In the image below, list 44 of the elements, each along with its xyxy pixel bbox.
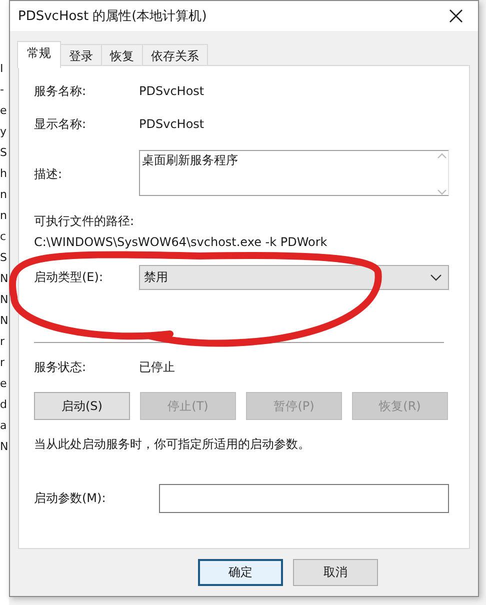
field-label: 服务名称: <box>34 82 88 100</box>
list-item-text: a <box>0 418 8 434</box>
list-item-text: N <box>0 292 9 308</box>
list-item-text: N <box>0 271 9 287</box>
list-item-text: S <box>0 145 8 161</box>
scroll-arrows-icon <box>437 152 447 196</box>
list-item-text: d <box>0 397 8 413</box>
field-label: 服务状态: <box>34 358 88 376</box>
list-item-text: e <box>0 376 8 392</box>
hint-text: 当从此处启动服务时，你可指定所适用的启动参数。 <box>34 436 311 453</box>
field-label: 描述: <box>34 166 64 183</box>
field-value: PDSvcHost <box>139 84 204 98</box>
startup-type-dropdown[interactable]: 禁用 <box>139 265 449 290</box>
list-item-text: N <box>0 313 9 329</box>
list-item-text: I <box>0 61 4 77</box>
list-item-text: r <box>0 334 6 350</box>
field-label: 显示名称: <box>34 116 88 132</box>
list-item-text: e <box>0 103 8 119</box>
dialog-button[interactable]: 确定 <box>198 559 283 586</box>
tab[interactable]: 常规 <box>17 41 61 68</box>
list-item-text: n <box>0 187 8 203</box>
start-parameters-field[interactable] <box>159 484 449 513</box>
list-item-text: r <box>0 355 6 371</box>
tab[interactable]: 依存关系 <box>142 44 208 67</box>
field-label: 启动参数(M): <box>34 490 107 507</box>
path-text: C:\WINDOWS\SysWOW64\svchost.exe -k PDWork <box>34 234 328 251</box>
list-item-text: h <box>0 166 8 182</box>
field-label: 可执行文件的路径: <box>34 213 136 230</box>
field-value: 已停止 <box>139 358 175 376</box>
list-item-text: - <box>0 82 5 98</box>
close-icon <box>449 9 463 23</box>
field-label: 启动类型(E): <box>34 269 104 286</box>
list-item-text: n <box>0 208 8 224</box>
chevron-down-icon <box>430 274 442 282</box>
service-button[interactable]: 启动(S) <box>34 392 130 420</box>
list-item-text: S <box>0 250 8 266</box>
dialog-button[interactable]: 取消 <box>293 559 378 586</box>
description-field[interactable]: 桌面刷新服务程序 <box>139 150 449 196</box>
description-text: 桌面刷新服务程序 <box>142 152 238 169</box>
list-item-text: y <box>0 124 8 140</box>
window-title: PDSvcHost 的属性(本地计算机) <box>18 8 207 25</box>
list-item-text: N <box>0 439 9 455</box>
field-value: PDSvcHost <box>139 117 204 131</box>
list-item-text: c <box>0 229 8 245</box>
